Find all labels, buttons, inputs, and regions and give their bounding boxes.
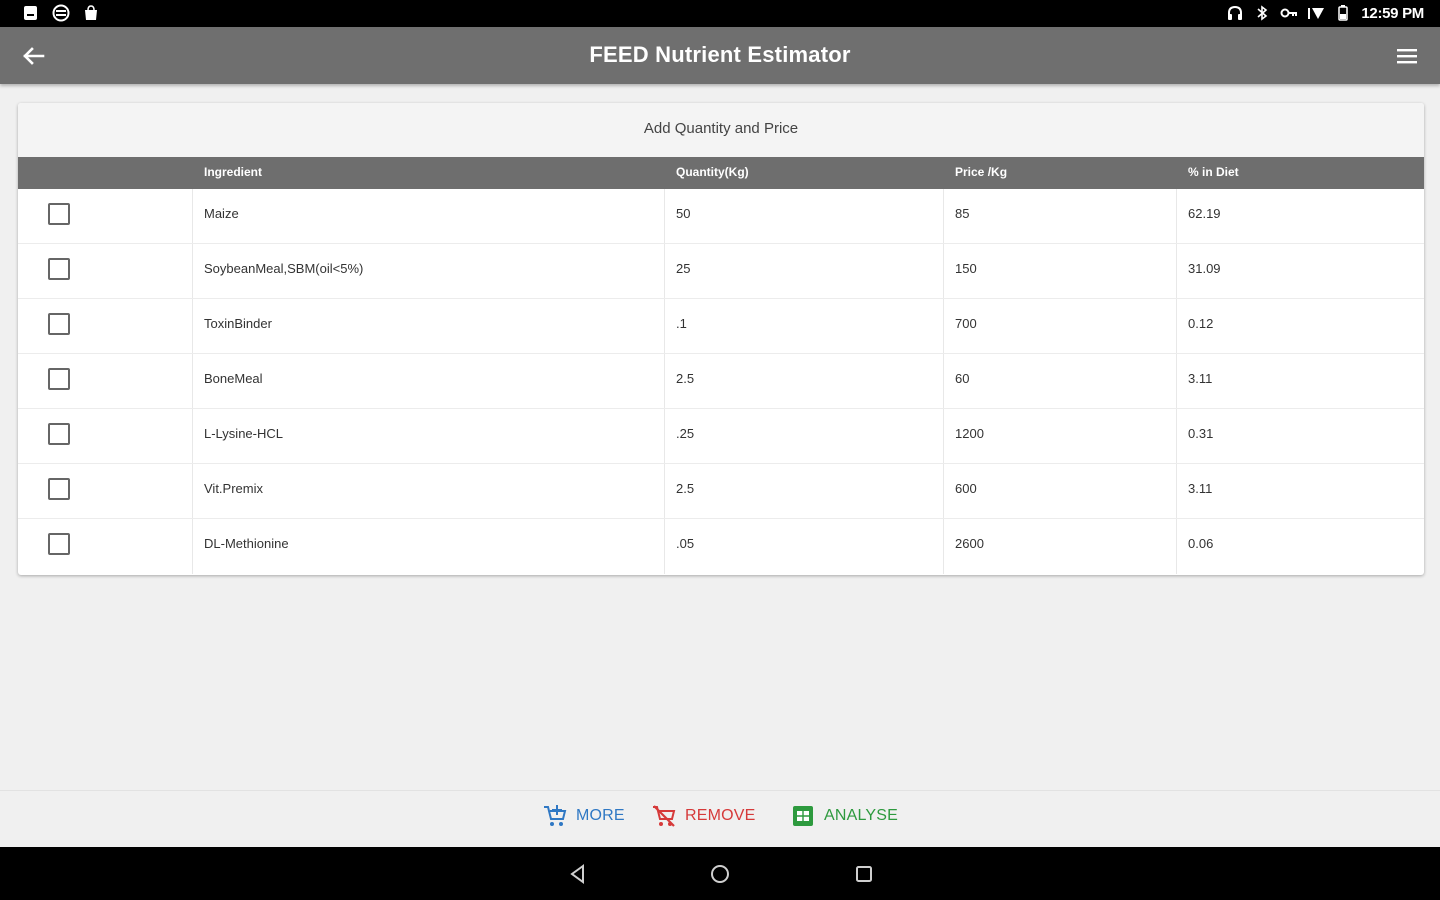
table-body: Maize 50 85 62.19 SoybeanMeal,SBM(oil<5%… xyxy=(18,189,1424,574)
wifi-icon xyxy=(1308,8,1325,19)
nav-recents-icon[interactable] xyxy=(851,861,877,887)
price-cell[interactable]: 1200 xyxy=(944,409,1177,463)
percent-cell: 62.19 xyxy=(1188,206,1221,221)
percent-cell: 0.06 xyxy=(1188,536,1214,551)
status-bar: 12:59 PM xyxy=(0,0,1440,27)
headset-icon xyxy=(1228,5,1243,20)
quantity-cell[interactable]: .05 xyxy=(665,519,944,574)
ingredient-cell: BoneMeal xyxy=(193,354,665,408)
status-time: 12:59 PM xyxy=(1361,4,1424,22)
quantity-cell[interactable]: 50 xyxy=(665,189,944,243)
remove-cart-icon xyxy=(653,805,676,827)
percent-cell: 0.31 xyxy=(1188,426,1214,441)
quantity-cell[interactable]: 25 xyxy=(665,244,944,298)
hamburger-menu-icon[interactable] xyxy=(1392,41,1422,71)
percent-cell: 3.11 xyxy=(1188,481,1213,496)
row-checkbox[interactable] xyxy=(48,313,70,335)
row-checkbox[interactable] xyxy=(48,423,70,445)
page-title: FEED Nutrient Estimator xyxy=(589,42,851,67)
ingredient-cell: L-Lysine-HCL xyxy=(193,409,665,463)
header-price: Price /Kg xyxy=(955,165,1008,179)
card-heading: Add Quantity and Price xyxy=(18,103,1424,157)
ingredient-cell: SoybeanMeal,SBM(oil<5%) xyxy=(193,244,665,298)
table-row: ToxinBinder .1 700 0.12 xyxy=(18,299,1424,354)
percent-cell: 31.09 xyxy=(1188,261,1221,276)
spreadsheet-icon xyxy=(793,806,813,826)
price-cell[interactable]: 700 xyxy=(944,299,1177,353)
price-cell[interactable]: 150 xyxy=(944,244,1177,298)
ingredient-cell: Maize xyxy=(193,189,665,243)
price-cell[interactable]: 60 xyxy=(944,354,1177,408)
percent-cell: 0.12 xyxy=(1188,316,1214,331)
bluetooth-icon xyxy=(1257,5,1268,21)
remove-label: REMOVE xyxy=(685,807,756,824)
remove-button[interactable]: REMOVE xyxy=(651,803,756,829)
system-nav-bar xyxy=(0,847,1440,900)
table-row: BoneMeal 2.5 60 3.11 xyxy=(18,354,1424,409)
header-percent: % in Diet xyxy=(1188,165,1239,179)
quantity-cell[interactable]: .1 xyxy=(665,299,944,353)
table-row: L-Lysine-HCL .25 1200 0.31 xyxy=(18,409,1424,464)
analyse-label: ANALYSE xyxy=(824,807,899,824)
ingredient-cell: Vit.Premix xyxy=(193,464,665,518)
ingredient-cell: ToxinBinder xyxy=(193,299,665,353)
table-row: Vit.Premix 2.5 600 3.11 xyxy=(18,464,1424,519)
add-cart-icon xyxy=(544,805,567,826)
ingredient-cell: DL-Methionine xyxy=(193,519,665,574)
battery-icon xyxy=(1338,5,1349,21)
ingredient-card: Add Quantity and Price Ingredient Quanti… xyxy=(18,103,1424,575)
shopping-bag-icon xyxy=(85,5,97,20)
price-cell[interactable]: 600 xyxy=(944,464,1177,518)
quantity-cell[interactable]: 2.5 xyxy=(665,354,944,408)
app-bar: FEED Nutrient Estimator xyxy=(0,27,1440,84)
header-select xyxy=(18,157,193,189)
sd-card-icon xyxy=(24,6,37,20)
row-checkbox[interactable] xyxy=(48,478,70,500)
nav-back-icon[interactable] xyxy=(565,861,591,887)
row-checkbox[interactable] xyxy=(48,533,70,555)
header-quantity: Quantity(Kg) xyxy=(676,165,749,179)
row-checkbox[interactable] xyxy=(48,258,70,280)
table-row: SoybeanMeal,SBM(oil<5%) 25 150 31.09 xyxy=(18,244,1424,299)
more-label: MORE xyxy=(576,807,625,824)
table-header: Ingredient Quantity(Kg) Price /Kg % in D… xyxy=(18,157,1424,189)
row-checkbox[interactable] xyxy=(48,368,70,390)
quantity-cell[interactable]: .25 xyxy=(665,409,944,463)
nav-home-icon[interactable] xyxy=(707,861,733,887)
percent-cell: 3.11 xyxy=(1188,371,1213,386)
analyse-button[interactable]: ANALYSE xyxy=(790,803,898,829)
quantity-cell[interactable]: 2.5 xyxy=(665,464,944,518)
price-cell[interactable]: 2600 xyxy=(944,519,1177,574)
price-cell[interactable]: 85 xyxy=(944,189,1177,243)
table-row: DL-Methionine .05 2600 0.06 xyxy=(18,519,1424,574)
action-bar: MORE REMOVE ANALYSE xyxy=(0,790,1440,842)
header-ingredient: Ingredient xyxy=(204,165,263,179)
subtitles-icon xyxy=(52,4,70,22)
table-row: Maize 50 85 62.19 xyxy=(18,189,1424,244)
row-checkbox[interactable] xyxy=(48,203,70,225)
vpn-key-icon xyxy=(1280,8,1298,18)
more-button[interactable]: MORE xyxy=(542,803,625,829)
